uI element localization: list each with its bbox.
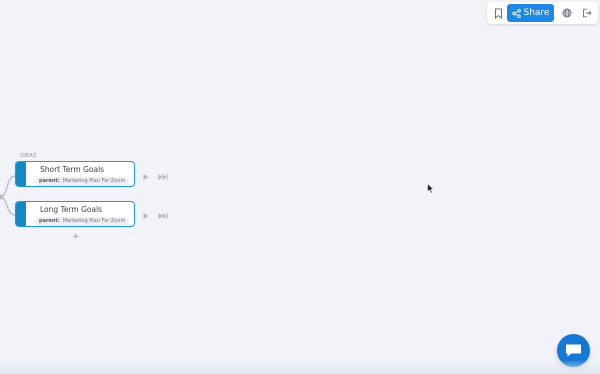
play-icon[interactable] bbox=[142, 212, 150, 220]
globe-icon bbox=[562, 8, 572, 18]
publish-globe-button[interactable] bbox=[558, 2, 576, 24]
mouse-cursor-icon bbox=[427, 183, 435, 194]
parent-tag-value: Marketing Plan For Zoom bbox=[62, 178, 126, 184]
parent-tag-value: Marketing Plan For Zoom bbox=[62, 218, 126, 224]
top-toolbar: Share bbox=[487, 2, 598, 24]
node-title[interactable]: Short Term Goals bbox=[40, 165, 104, 174]
logout-button[interactable] bbox=[577, 2, 597, 24]
chat-bubble-icon bbox=[566, 344, 581, 357]
parent-tag-key: parent: bbox=[39, 178, 60, 184]
share-icon bbox=[511, 8, 521, 18]
share-label: Share bbox=[523, 8, 550, 18]
mindmap-node-long-term-goals[interactable]: Long Term Goals parent: Marketing Plan Fo… bbox=[15, 201, 135, 227]
bottom-edge-shadow bbox=[0, 360, 600, 374]
bookmark-button[interactable] bbox=[489, 2, 507, 24]
fast-forward-icon[interactable] bbox=[158, 212, 168, 220]
mindmap-node-short-term-goals[interactable]: Short Term Goals parent: Marketing Plan F… bbox=[15, 161, 135, 187]
fast-forward-icon[interactable] bbox=[158, 173, 168, 181]
play-icon[interactable] bbox=[142, 173, 150, 181]
add-node-button[interactable]: + bbox=[72, 232, 80, 242]
section-label: IDEAS bbox=[20, 153, 37, 159]
node-title[interactable]: Long Term Goals bbox=[40, 205, 102, 214]
logout-icon bbox=[583, 8, 592, 18]
node-color-stripe bbox=[16, 202, 26, 226]
parent-tag-key: parent: bbox=[39, 218, 60, 224]
parent-tag[interactable]: parent: Marketing Plan For Zoom bbox=[35, 177, 130, 186]
parent-tag[interactable]: parent: Marketing Plan For Zoom bbox=[35, 217, 130, 226]
share-button[interactable]: Share bbox=[507, 4, 554, 22]
mind-map-canvas[interactable]: { "toolbar": { "bookmark_icon": "bookmar… bbox=[0, 0, 600, 374]
bookmark-icon bbox=[494, 8, 502, 19]
node-color-stripe bbox=[16, 162, 26, 186]
